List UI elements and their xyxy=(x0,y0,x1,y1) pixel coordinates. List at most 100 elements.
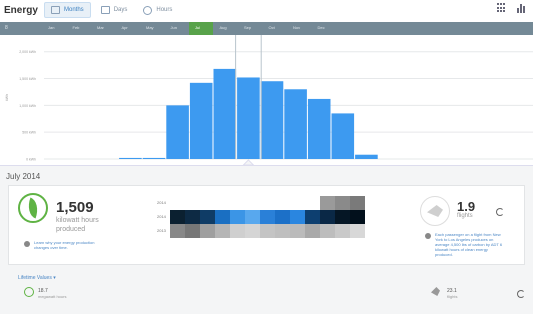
tab-days-label: Days xyxy=(113,7,128,13)
bar[interactable] xyxy=(355,154,378,159)
heatmap-cell[interactable] xyxy=(170,224,185,238)
y-tick-label: 1,000 kWh xyxy=(19,104,36,108)
lifetime-values-toggle[interactable]: Lifetime Values ▾ xyxy=(18,275,56,281)
heatmap-year-label: 2013 xyxy=(157,228,166,233)
heatmap-cell[interactable] xyxy=(350,224,365,238)
heatmap-cell[interactable] xyxy=(320,210,335,224)
heatmap-cell[interactable] xyxy=(170,196,185,210)
heatmap-cell[interactable] xyxy=(305,196,320,210)
month-label-aug[interactable]: Aug xyxy=(220,25,227,30)
heatmap-cell[interactable] xyxy=(305,210,320,224)
bar[interactable] xyxy=(142,157,166,159)
tab-months-label: Months xyxy=(64,7,84,13)
calendar-icon xyxy=(51,6,60,14)
month-label-may[interactable]: May xyxy=(146,25,154,30)
page-title: Energy xyxy=(4,5,38,16)
heatmap-year-label: 2014 xyxy=(157,200,166,205)
flights-value: 1.9 xyxy=(457,199,476,214)
flights-info-line5: produced. xyxy=(435,252,453,257)
month-label-apr[interactable]: Apr xyxy=(122,25,128,30)
month-label-jul[interactable]: Jul xyxy=(195,25,200,30)
heatmap-cell[interactable] xyxy=(185,196,200,210)
heatmap-cell[interactable] xyxy=(215,210,230,224)
month-label-nov[interactable]: Nov xyxy=(293,25,300,30)
tab-hours[interactable]: Hours xyxy=(137,2,178,18)
bar[interactable] xyxy=(119,157,142,159)
refresh-icon[interactable] xyxy=(517,290,525,298)
heatmap-cell[interactable] xyxy=(245,196,260,210)
energy-info-link[interactable]: Learn why your energy production changes… xyxy=(34,240,94,250)
bar[interactable] xyxy=(331,113,355,159)
refresh-icon[interactable] xyxy=(496,208,504,216)
heatmap-cell[interactable] xyxy=(275,210,290,224)
month-label-feb[interactable]: Feb xyxy=(73,25,80,30)
heatmap-cell[interactable] xyxy=(260,196,275,210)
energy-bar-chart: 2,000 kWh 1,500 kWh 1,000 kWh 500 kWh 0 kWh k… xyxy=(5,35,533,165)
y-axis-label: kWh xyxy=(5,94,9,101)
energy-value: 1,509 xyxy=(56,199,94,216)
heatmap-cell[interactable] xyxy=(230,196,245,210)
heatmap-cell[interactable] xyxy=(185,210,200,224)
selected-month-highlight xyxy=(189,22,213,35)
energy-unit-line1: kilowatt hours xyxy=(56,217,99,224)
heatmap-cell[interactable] xyxy=(230,210,245,224)
bar[interactable] xyxy=(260,81,284,159)
top-toolbar: Energy Months Days Hours xyxy=(0,0,533,22)
heatmap-cell[interactable] xyxy=(335,224,350,238)
bar[interactable] xyxy=(307,98,331,159)
heatmap-cell[interactable] xyxy=(335,196,350,210)
heatmap-cell[interactable] xyxy=(320,224,335,238)
leaf-icon xyxy=(24,287,34,297)
bar[interactable] xyxy=(166,105,189,159)
y-tick-label: 0 kWh xyxy=(26,158,36,162)
bar[interactable] xyxy=(189,82,213,159)
month-label-jan[interactable]: Jan xyxy=(48,25,54,30)
heatmap-cell[interactable] xyxy=(185,224,200,238)
tab-days[interactable]: Days xyxy=(95,2,134,18)
month-selector-bar[interactable]: 8 Jan Feb Mar Apr May Jun Jul Aug Sep Oct Nov Dec xyxy=(0,22,533,35)
heatmap-cell[interactable] xyxy=(275,196,290,210)
flights-info-text: Each passenger on a flight from New York… xyxy=(435,232,502,257)
heatmap-cell[interactable] xyxy=(245,210,260,224)
year-marker: 8 xyxy=(5,25,8,31)
y-tick-label: 2,000 kWh xyxy=(19,50,36,54)
bar[interactable] xyxy=(213,68,237,159)
heatmap-cell[interactable] xyxy=(215,196,230,210)
month-label-oct[interactable]: Oct xyxy=(269,25,275,30)
month-label-dec[interactable]: Dec xyxy=(318,25,325,30)
bar-chart-icon[interactable] xyxy=(517,3,527,13)
flights-info-icon[interactable] xyxy=(425,233,431,239)
y-tick-label: 500 kWh xyxy=(22,131,36,135)
heatmap-cell[interactable] xyxy=(200,224,215,238)
month-label-jun[interactable]: Jun xyxy=(171,25,177,30)
month-label-sep[interactable]: Sep xyxy=(244,25,251,30)
grid-icon[interactable] xyxy=(497,3,507,13)
lifetime-flights-unit: flights xyxy=(447,294,458,299)
heatmap-cell[interactable] xyxy=(290,224,305,238)
heatmap-cell[interactable] xyxy=(170,210,185,224)
heatmap-year-label: 2014 xyxy=(157,214,166,219)
info-icon[interactable] xyxy=(24,241,30,247)
month-label-mar[interactable]: Mar xyxy=(97,25,104,30)
heatmap-cell[interactable] xyxy=(200,210,215,224)
heatmap-cell[interactable] xyxy=(290,210,305,224)
heatmap-cell[interactable] xyxy=(275,224,290,238)
heatmap-cell[interactable] xyxy=(260,224,275,238)
heatmap-cell[interactable] xyxy=(350,196,365,210)
heatmap-cell[interactable] xyxy=(335,210,350,224)
tab-months[interactable]: Months xyxy=(44,2,91,18)
bar[interactable] xyxy=(284,89,307,159)
leaf-icon xyxy=(24,197,42,219)
panel-title: July 2014 xyxy=(6,172,41,181)
heatmap-cell[interactable] xyxy=(230,224,245,238)
heatmap-cell[interactable] xyxy=(215,224,230,238)
heatmap-cell[interactable] xyxy=(200,196,215,210)
heatmap-cell[interactable] xyxy=(320,196,335,210)
heatmap-cell[interactable] xyxy=(350,210,365,224)
bar-selected[interactable] xyxy=(237,77,260,159)
heatmap-cell[interactable] xyxy=(290,196,305,210)
heatmap-cell[interactable] xyxy=(245,224,260,238)
heatmap-cell[interactable] xyxy=(260,210,275,224)
heatmap-cell[interactable] xyxy=(305,224,320,238)
calendar-icon xyxy=(100,6,110,14)
